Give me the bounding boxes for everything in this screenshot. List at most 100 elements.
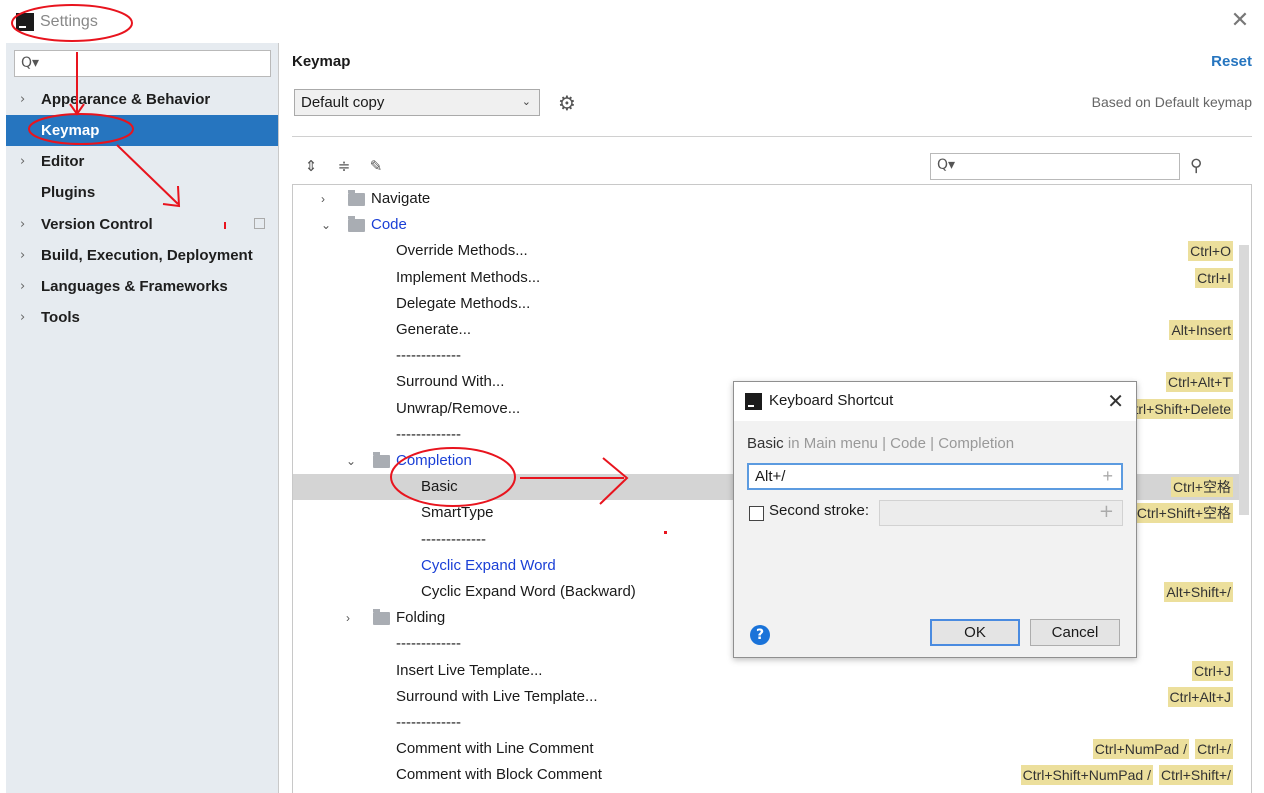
second-stroke-checkbox[interactable] [749, 506, 764, 521]
shortcut-badge: Alt+Shift+/ [1164, 582, 1233, 602]
tree-row[interactable]: Override Methods... Ctrl+O [293, 238, 1239, 264]
tree-row[interactable]: Comment with Block Comment Ctrl+Shift+Num… [293, 762, 1239, 788]
help-icon[interactable]: ? [750, 625, 770, 645]
reset-link[interactable]: Reset [1211, 53, 1252, 70]
tree-row-label: ------------- [421, 530, 486, 548]
shortcut-badge: Ctrl+Shift+Delete [1122, 398, 1233, 419]
chevron-right-icon[interactable]: › [321, 186, 325, 212]
page-title: Keymap [292, 53, 351, 70]
shortcut-badge: Ctrl+Alt+T [1165, 372, 1233, 393]
chevron-right-icon[interactable]: › [346, 605, 350, 631]
second-stroke-label: Second stroke: [769, 502, 870, 519]
settings-search-input[interactable]: Q▾ [14, 50, 271, 77]
title-bar: Settings ✕ [0, 0, 1264, 43]
intellij-logo-icon [743, 391, 764, 412]
sidebar-item-appearance-behavior[interactable]: › Appearance & Behavior [6, 84, 278, 115]
tree-row-label: Override Methods... [396, 242, 528, 260]
shortcut-badge: Alt+Insert [1169, 320, 1233, 340]
tree-row[interactable]: ⌄ Code [293, 212, 1239, 238]
chevron-down-icon[interactable]: ⌄ [321, 212, 331, 238]
tree-row[interactable]: Generate... Alt+Insert [293, 317, 1239, 343]
chevron-down-icon[interactable]: ⌄ [346, 448, 356, 474]
sidebar-item-label: Plugins [41, 184, 96, 201]
action-location: in Main menu | Code | Completion [783, 435, 1015, 452]
shortcut-badge: Ctrl+J [1192, 660, 1233, 681]
sidebar-item-build-execution-deployment[interactable]: › Build, Execution, Deployment [6, 240, 278, 271]
tree-row-label: ------------- [396, 635, 461, 653]
tree-row-label: Navigate [371, 190, 431, 207]
sidebar-item-label: Build, Execution, Deployment [41, 247, 253, 264]
tree-row[interactable]: Comment with Line Comment Ctrl+NumPad / Ct… [293, 736, 1239, 762]
tree-row-label: Cyclic Expand Word (Backward) [421, 583, 636, 600]
action-name: Basic [747, 435, 784, 452]
close-icon[interactable]: ✕ [1107, 389, 1124, 413]
scrollbar[interactable] [1239, 245, 1249, 515]
tree-row-label: Implement Methods... [396, 268, 541, 286]
tree-row-label: ------------- [396, 347, 461, 365]
tree-row-label: Comment with Block Comment [396, 766, 602, 784]
shortcut-badge: Ctrl+I [1195, 267, 1233, 288]
tree-row[interactable]: Surround with Live Template... Ctrl+Alt+J [293, 684, 1239, 710]
search-icon: Q▾ [21, 55, 40, 71]
tree-row-label: ------------- [396, 714, 461, 731]
action-search-input[interactable]: Q▾ [930, 153, 1180, 180]
add-stroke-icon[interactable]: + [1102, 465, 1113, 488]
sidebar-item-label: Languages & Frameworks [41, 278, 228, 295]
tree-row-label: Surround with Live Template... [396, 687, 598, 705]
chevron-right-icon: › [20, 279, 26, 294]
tree-row-label: Folding [396, 609, 446, 627]
add-stroke-icon: + [1098, 501, 1114, 522]
tree-row[interactable]: ------------- [293, 343, 1239, 369]
expand-all-icon[interactable]: ⇕ [302, 157, 320, 175]
first-stroke-input[interactable]: Alt+/ + [747, 463, 1123, 490]
collapse-all-icon[interactable]: ≑ [335, 157, 353, 175]
tree-row-label: Surround With... [396, 373, 505, 391]
sidebar-item-tools[interactable]: › Tools [6, 302, 278, 333]
gear-icon[interactable]: ⚙ [558, 91, 576, 115]
project-scope-icon [254, 218, 265, 229]
tree-row-label: Delegate Methods... [396, 294, 531, 312]
close-icon[interactable]: ✕ [1230, 10, 1250, 32]
first-stroke-value: Alt+/ [755, 468, 786, 485]
sidebar-item-editor[interactable]: › Editor [6, 146, 278, 177]
find-by-shortcut-icon[interactable]: ⚲ [1190, 156, 1202, 176]
tree-row-label: Basic [421, 478, 458, 496]
tree-row-label: ------------- [396, 425, 461, 443]
edit-shortcut-icon[interactable]: ✎ [367, 157, 385, 175]
sidebar-item-plugins[interactable]: Plugins [6, 177, 278, 208]
sidebar-item-keymap[interactable]: Keymap [6, 115, 278, 146]
tree-row[interactable]: › Navigate [293, 186, 1239, 212]
tree-row-label: Cyclic Expand Word [421, 556, 556, 574]
chevron-right-icon: › [20, 92, 26, 107]
folder-icon [348, 190, 365, 206]
chevron-down-icon: ⌄ [521, 96, 531, 108]
chevron-right-icon: › [20, 310, 26, 325]
sidebar-item-label: Editor [41, 153, 85, 170]
dialog-body: Basic in Main menu | Code | Completion A… [734, 421, 1136, 657]
sidebar-item-version-control[interactable]: › Version Control [6, 209, 278, 240]
tree-row-label: SmartType [421, 504, 494, 522]
shortcut-badge: Ctrl+/ [1195, 739, 1233, 760]
based-on-text: Based on Default keymap [1091, 94, 1252, 110]
window-title: Settings [40, 13, 98, 30]
ok-button[interactable]: OK [930, 619, 1020, 646]
second-stroke-input[interactable]: + [879, 500, 1123, 526]
sidebar-item-languages-frameworks[interactable]: › Languages & Frameworks [6, 271, 278, 302]
cancel-button[interactable]: Cancel [1030, 619, 1120, 646]
sidebar-item-label: Keymap [41, 122, 100, 139]
tree-row[interactable]: Implement Methods... Ctrl+I [293, 265, 1239, 291]
keymap-select-value: Default copy [301, 94, 385, 111]
chevron-right-icon: › [20, 248, 26, 263]
keymap-select[interactable]: Default copy ⌄ [294, 89, 540, 116]
tree-row[interactable]: Insert Live Template... Ctrl+J [293, 658, 1239, 684]
folder-icon [348, 216, 365, 233]
divider [292, 136, 1252, 137]
shortcut-badge: Ctrl+Alt+J [1167, 686, 1233, 707]
shortcut-badge: Ctrl+O [1188, 241, 1233, 262]
shortcut-badge: Ctrl+Shift+空格 [1134, 503, 1233, 524]
tree-row[interactable]: ------------- [293, 710, 1239, 736]
tree-row[interactable]: Delegate Methods... [293, 291, 1239, 317]
tree-row-label: Insert Live Template... [396, 661, 543, 679]
action-path: Basic in Main menu | Code | Completion [747, 435, 1014, 452]
tree-row-label: Comment with Line Comment [396, 740, 594, 758]
